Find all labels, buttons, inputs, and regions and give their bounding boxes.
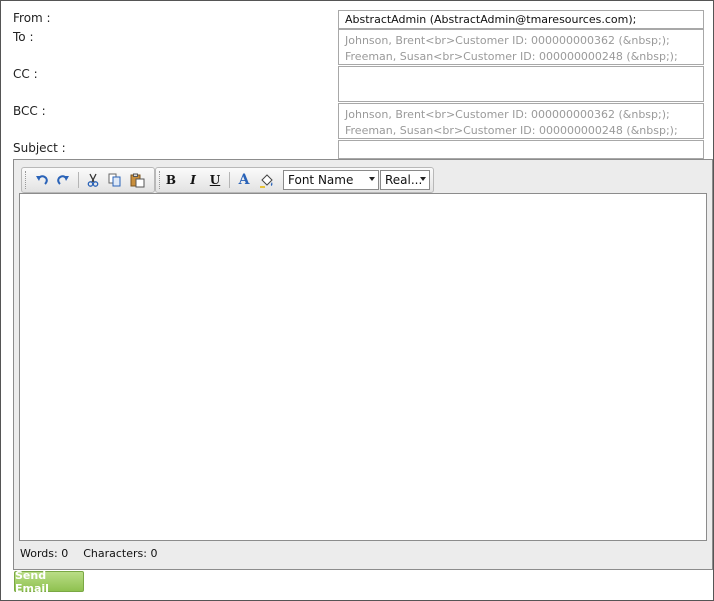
copy-icon[interactable] (106, 171, 124, 189)
subject-label: Subject : (13, 141, 66, 155)
to-label: To : (13, 30, 34, 44)
paste-icon[interactable] (128, 171, 146, 189)
italic-icon[interactable]: I (184, 171, 202, 189)
bcc-label: BCC : (13, 104, 46, 118)
font-size-dropdown[interactable]: Real... (380, 170, 430, 190)
undo-icon[interactable] (33, 171, 51, 189)
font-size-value: Real... (385, 173, 423, 187)
cut-icon[interactable] (84, 171, 102, 189)
subject-value (339, 141, 703, 143)
font-name-value: Font Name (288, 173, 354, 187)
redo-icon[interactable] (54, 171, 72, 189)
underline-icon[interactable]: U (206, 171, 224, 189)
cc-label: CC : (13, 67, 38, 81)
to-placeholder-line-1: Johnson, Brent<br>Customer ID: 000000000… (345, 34, 670, 47)
subject-field[interactable] (338, 140, 704, 159)
editor-content-area[interactable] (19, 193, 707, 541)
email-compose-panel: From : To : CC : BCC : Subject : Abstrac… (0, 0, 714, 601)
cc-value (339, 67, 703, 69)
toolbar-grip (25, 171, 28, 189)
from-label: From : (13, 11, 51, 25)
bcc-placeholder-line-2: Freeman, Susan<br>Customer ID: 000000000… (345, 124, 678, 137)
cc-field[interactable] (338, 66, 704, 102)
bold-icon[interactable]: B (162, 171, 180, 189)
toolbar-separator (229, 172, 230, 188)
rich-text-editor: B I U A Font Name Real... Words: 0 Chara… (13, 159, 713, 570)
toolbar-group-format: B I U A Font Name Real... (155, 167, 434, 193)
word-count: Words: 0 (20, 547, 69, 560)
toolbar-separator (78, 172, 79, 188)
toolbar-group-edit (21, 167, 155, 193)
font-color-icon[interactable]: A (235, 171, 253, 189)
bcc-field[interactable]: Johnson, Brent<br>Customer ID: 000000000… (338, 103, 704, 139)
from-field[interactable]: AbstractAdmin (AbstractAdmin@tmaresource… (338, 10, 704, 29)
to-placeholder-line-2: Freeman, Susan<br>Customer ID: 000000000… (345, 50, 678, 63)
highlight-icon[interactable] (257, 171, 275, 189)
font-name-dropdown[interactable]: Font Name (283, 170, 379, 190)
chevron-down-icon (420, 177, 426, 181)
editor-status-bar: Words: 0 Characters: 0 (20, 547, 157, 560)
from-value: AbstractAdmin (AbstractAdmin@tmaresource… (345, 13, 637, 26)
character-count: Characters: 0 (83, 547, 158, 560)
send-email-button[interactable]: Send Email (14, 569, 84, 595)
chevron-down-icon (369, 177, 375, 181)
to-field[interactable]: Johnson, Brent<br>Customer ID: 000000000… (338, 29, 704, 65)
bcc-placeholder-line-1: Johnson, Brent<br>Customer ID: 000000000… (345, 108, 670, 121)
